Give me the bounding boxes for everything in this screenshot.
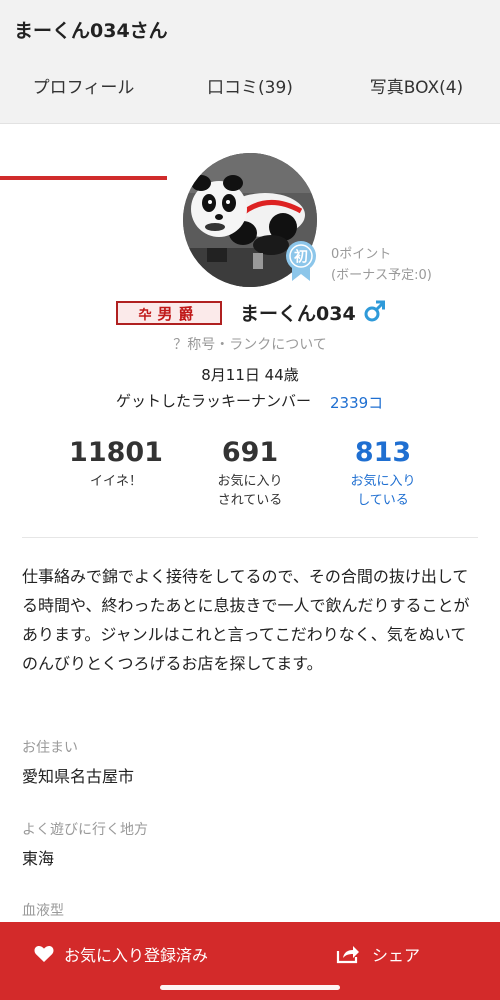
points-value: 0ポイント <box>331 247 392 262</box>
stat-label-line-1: お気に入り <box>350 474 416 489</box>
rank-title-badge: 卆 男爵 <box>116 301 222 325</box>
rank-title: 男爵 <box>157 304 200 323</box>
field-value-frequent-area: 東海 <box>22 849 55 868</box>
stat-label-line-1: お気に入り <box>217 474 283 489</box>
stat-favorited-by[interactable]: 691 お気に入り されている <box>185 436 315 510</box>
stat-value: 11801 <box>69 437 163 468</box>
home-indicator <box>160 985 340 990</box>
field-value-residence: 愛知県名古屋市 <box>22 767 135 786</box>
field-label-blood-type: 血液型 <box>22 903 64 919</box>
share-button[interactable]: シェア <box>336 942 420 966</box>
lucky-number-count[interactable]: 2339コ <box>330 392 383 413</box>
bonus-points: (ボーナス予定:0) <box>331 268 432 283</box>
badge-label: 初 <box>294 249 308 266</box>
points-info: 0ポイント (ボーナス予定:0) <box>331 244 432 286</box>
male-symbol-icon <box>364 299 386 327</box>
active-tab-indicator <box>0 176 167 180</box>
rank-mark: 卆 <box>138 307 152 323</box>
page-header: まーくん034さん <box>0 0 500 58</box>
favorite-button-label: お気に入り登録済み <box>64 946 209 965</box>
stat-label-line-2: されている <box>217 493 283 508</box>
share-button-label: シェア <box>372 946 421 965</box>
stat-label: イイネ！ <box>89 474 142 489</box>
share-icon <box>336 946 359 964</box>
field-label-frequent-area: よく遊びに行く地方 <box>22 822 148 838</box>
heart-icon <box>34 945 54 962</box>
tab-reviews[interactable]: 口コミ(39) <box>167 58 333 124</box>
stat-label-line-2: している <box>357 493 409 508</box>
tab-bar: プロフィール 口コミ(39) 写真BOX(4) <box>0 58 500 180</box>
divider <box>22 537 478 538</box>
beginner-badge-icon: 初 <box>286 241 316 285</box>
profile-bio: 仕事絡みで錦でよく接待をしてるので、その合間の抜け出してる時間や、終わったあとに… <box>22 567 470 673</box>
tab-profile[interactable]: プロフィール <box>0 58 167 124</box>
lucky-number-label: ゲットしたラッキーナンバー <box>116 392 312 410</box>
stat-value: 813 <box>354 437 412 468</box>
rank-help-link[interactable]: ？称号・ランクについて <box>0 334 500 354</box>
page-title: まーくん034さん <box>14 20 168 42</box>
tab-photo-box[interactable]: 写真BOX(4) <box>333 58 500 124</box>
birthday-age: 8月11日 44歳 <box>201 366 299 384</box>
username: まーくん034 <box>240 303 356 325</box>
stat-likes: 11801 イイネ！ <box>51 436 181 491</box>
stat-favoriting[interactable]: 813 お気に入り している <box>318 436 448 510</box>
field-label-residence: お住まい <box>22 740 78 756</box>
stat-value: 691 <box>221 437 279 468</box>
favorite-button[interactable]: お気に入り登録済み <box>34 942 208 966</box>
